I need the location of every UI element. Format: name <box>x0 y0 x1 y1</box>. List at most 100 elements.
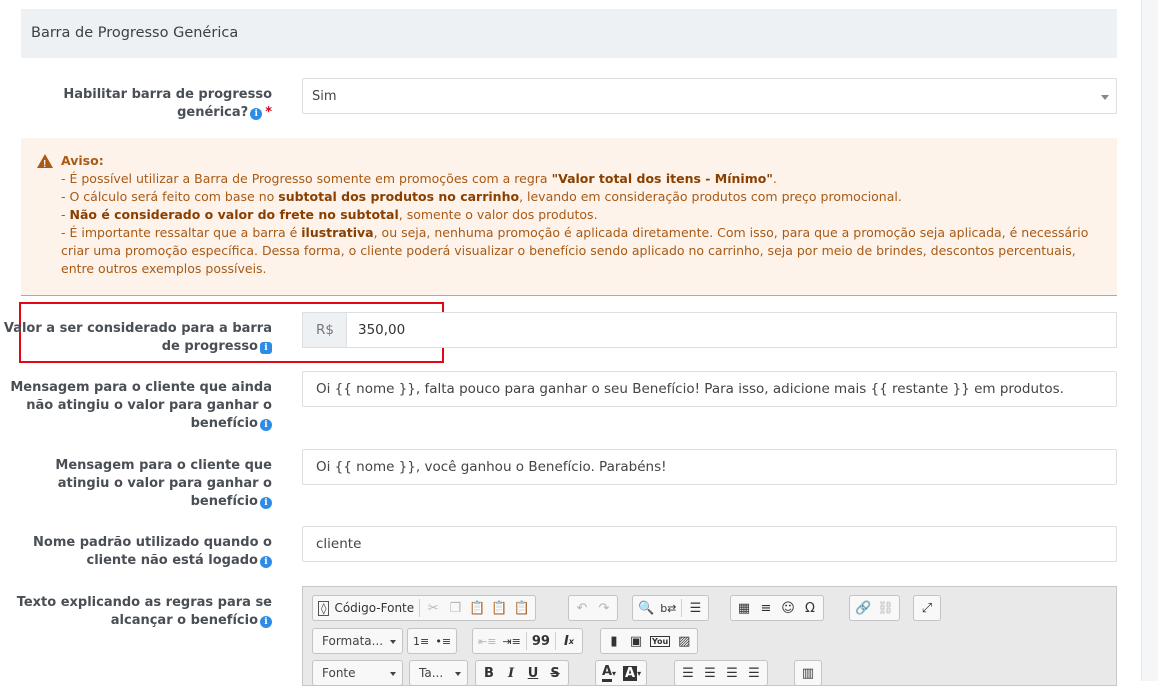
enable-bar-select[interactable]: Sim <box>302 78 1117 114</box>
italic-glyph: I <box>507 665 515 681</box>
enable-bar-label-line1: Habilitar barra de progresso <box>63 87 272 102</box>
alert-line-6: entre outros exemplos possíveis. <box>61 261 267 276</box>
progress-value-label-line2: de progresso <box>161 339 258 354</box>
info-icon[interactable]: i <box>260 419 272 431</box>
vertical-scrollbar[interactable] <box>1141 0 1158 681</box>
rich-text-editor: ◊ Código-Fonte ✂ ❐ 📋 📋 📋 ↶ ↷ 🔍 b⇄ ☰ ▦ ≡ … <box>302 586 1117 686</box>
add-media-icon[interactable]: ▣ <box>625 630 647 652</box>
default-name-input[interactable]: cliente <box>302 526 1117 562</box>
toolbar-insert-group: ▦ ≡ ☺ Ω <box>730 595 824 621</box>
chevron-down-icon <box>1101 95 1109 100</box>
film-icon[interactable]: ▮ <box>603 630 625 652</box>
warning-alert: ! Aviso: - É possível utilizar a Barra d… <box>21 138 1117 296</box>
omega-glyph: Ω <box>805 600 815 616</box>
toolbar-color-group: A ▾ A ▾ <box>595 660 648 686</box>
source-code-button[interactable]: ◊ Código-Fonte <box>315 597 417 619</box>
toolbar-indent-group: ⇤≡ ⇥≡ 99 Ix <box>472 628 583 654</box>
quote-glyph: 99 <box>531 633 550 649</box>
cut-icon[interactable]: ✂ <box>422 597 444 619</box>
default-name-label-line2: cliente não está logado <box>86 553 258 568</box>
required-mark: * <box>265 105 272 120</box>
undo-icon[interactable]: ↶ <box>571 597 593 619</box>
toolbar-source-group: ◊ Código-Fonte ✂ ❐ 📋 📋 📋 <box>312 595 536 621</box>
msg-reached-label-line3: benefício <box>190 494 258 509</box>
blockquote-icon[interactable]: 99 <box>529 630 553 652</box>
replace-icon[interactable]: b⇄ <box>657 597 679 619</box>
alert-line-5: criar uma promoção específica. Dessa for… <box>61 243 1076 258</box>
chevron-down-icon <box>455 672 461 676</box>
msg-pending-label: Mensagem para o cliente que ainda não at… <box>10 379 272 433</box>
select-all-icon[interactable]: ☰ <box>684 597 706 619</box>
paste-icon[interactable]: 📋 <box>466 597 488 619</box>
info-icon[interactable]: i <box>260 556 272 568</box>
progress-value-input[interactable]: 350,00 <box>346 312 1117 348</box>
toolbar-find-group: 🔍 b⇄ ☰ <box>632 595 710 621</box>
size-select[interactable]: Ta... <box>409 660 468 686</box>
font-select-value: Fonte <box>322 666 356 680</box>
msg-reached-label-line2: atingiu o valor para ganhar o <box>57 476 272 491</box>
find-icon[interactable]: 🔍 <box>635 597 657 619</box>
default-name-label: Nome padrão utilizado quando o cliente n… <box>33 534 272 570</box>
smiley-icon[interactable]: ☺ <box>777 597 799 619</box>
info-icon[interactable]: i <box>260 616 272 628</box>
horizontal-line-icon[interactable]: ≡ <box>755 597 777 619</box>
outdent-icon[interactable]: ⇤≡ <box>475 630 499 652</box>
source-code-label: Código-Fonte <box>334 601 415 615</box>
copy-icon[interactable]: ❐ <box>444 597 466 619</box>
toolbar-media-group: ▮ ▣ You ▨ <box>600 628 699 654</box>
chevron-down-icon <box>390 640 396 644</box>
alert-title: Aviso: <box>61 153 104 168</box>
toolbar-list-group: 1≡ •≡ <box>407 628 458 654</box>
alert-line-1: - É possível utilizar a Barra de Progres… <box>61 171 777 186</box>
progress-value-label: Valor a ser considerado para a barra de … <box>4 320 272 356</box>
bg-color-glyph: A <box>623 665 638 681</box>
indent-icon[interactable]: ⇥≡ <box>499 630 523 652</box>
font-select[interactable]: Fonte <box>312 660 403 686</box>
warning-icon: ! <box>37 154 53 170</box>
toolbar-blocks-group: ▥ <box>794 660 822 686</box>
youtube-glyph: You <box>650 635 671 647</box>
format-select[interactable]: Formata... <box>312 628 403 654</box>
unlink-icon[interactable]: ⛓ <box>874 597 897 619</box>
rules-text-label-line1: Texto explicando as regras para se <box>16 595 272 610</box>
youtube-icon[interactable]: You <box>647 630 673 652</box>
enable-bar-select-value: Sim <box>312 89 337 104</box>
alert-line-4: - É importante ressaltar que a barra é i… <box>61 225 1089 240</box>
progress-value-label-line1: Valor a ser considerado para a barra <box>3 321 272 336</box>
maximize-icon[interactable]: ⤢ <box>916 597 938 619</box>
default-name-label-line1: Nome padrão utilizado quando o <box>33 535 272 550</box>
paste-text-icon[interactable]: 📋 <box>488 597 510 619</box>
special-char-icon[interactable]: Ω <box>799 597 821 619</box>
msg-pending-input[interactable]: Oi {{ nome }}, falta pouco para ganhar o… <box>302 371 1117 407</box>
bulleted-list-icon[interactable]: •≡ <box>432 630 454 652</box>
enable-bar-label-line2: genérica? <box>177 105 249 120</box>
toolbar-link-group: 🔗 ⛓ <box>849 595 900 621</box>
table-icon[interactable]: ▦ <box>733 597 755 619</box>
msg-pending-label-line1: Mensagem para o cliente que ainda <box>10 380 272 395</box>
info-icon[interactable]: i <box>250 108 263 120</box>
text-color-glyph: A <box>601 664 613 682</box>
bold-glyph: B <box>484 665 494 681</box>
alert-line-2: - O cálculo será feito com base no subto… <box>61 189 902 204</box>
info-icon[interactable]: i <box>260 497 272 509</box>
msg-reached-input[interactable]: Oi {{ nome }}, você ganhou o Benefício. … <box>302 449 1117 485</box>
size-select-value: Ta... <box>419 666 444 680</box>
strike-glyph: S <box>550 665 560 681</box>
remove-format-icon[interactable]: Ix <box>558 630 580 652</box>
numbered-list-icon[interactable]: 1≡ <box>410 630 432 652</box>
link-icon[interactable]: 🔗 <box>852 597 874 619</box>
source-icon: ◊ <box>318 600 330 616</box>
info-icon[interactable]: i <box>260 342 272 354</box>
section-header: Barra de Progresso Genérica <box>21 9 1117 58</box>
msg-reached-label: Mensagem para o cliente que atingiu o va… <box>55 457 272 511</box>
paste-word-icon[interactable]: 📋 <box>511 597 533 619</box>
page: Barra de Progresso Genérica Habilitar ba… <box>0 0 1141 686</box>
image-icon[interactable]: ▨ <box>673 630 695 652</box>
msg-pending-label-line3: benefício <box>190 416 258 431</box>
toolbar-undo-group: ↶ ↷ <box>568 595 618 621</box>
toolbar-align-group: ☰ ☰ ☰ ☰ <box>674 660 768 686</box>
enable-bar-label: Habilitar barra de progresso genérica? i * <box>63 86 272 122</box>
redo-icon[interactable]: ↷ <box>593 597 615 619</box>
chevron-down-icon <box>390 672 396 676</box>
msg-pending-label-line2: não atingiu o valor para ganhar o <box>26 398 272 413</box>
